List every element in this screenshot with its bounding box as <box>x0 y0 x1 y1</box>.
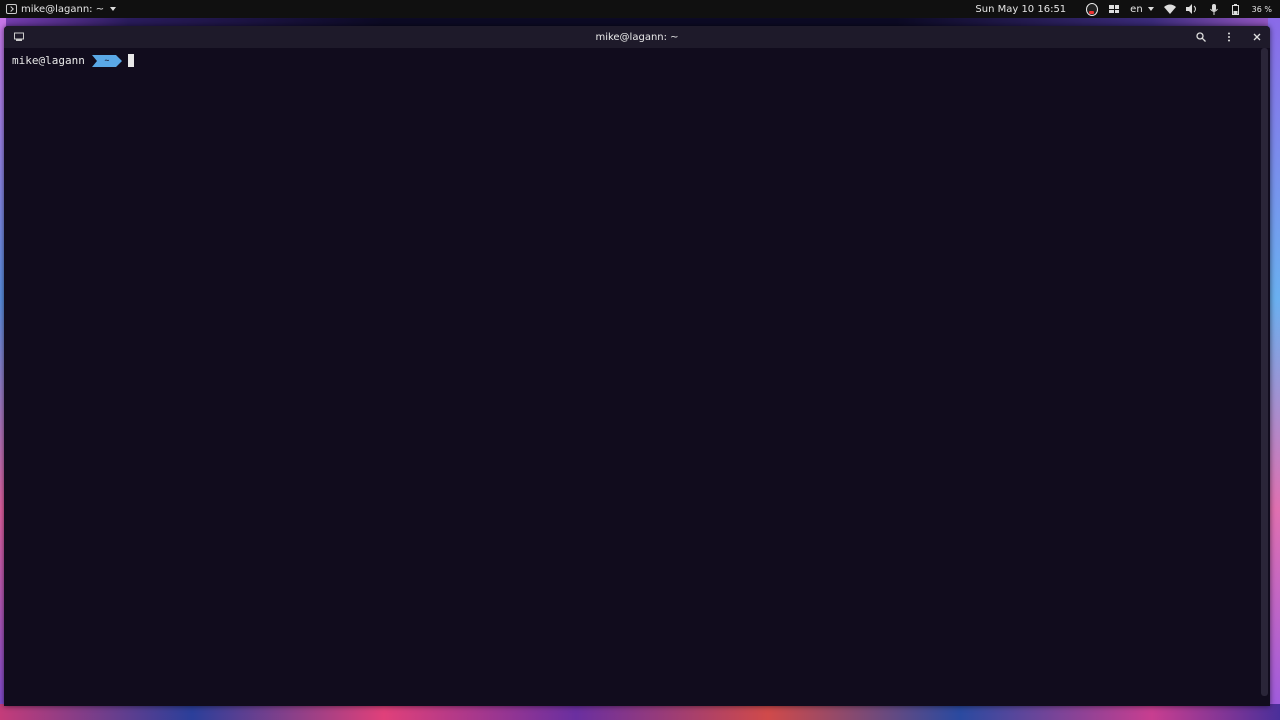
app-menu-label: mike@lagann: ~ <box>21 3 105 15</box>
language-label: en <box>1130 3 1143 15</box>
cat-indicator-icon[interactable] <box>1086 2 1099 16</box>
kebab-menu-icon[interactable] <box>1222 30 1236 44</box>
terminal-tab-icon[interactable] <box>14 32 24 41</box>
text-cursor <box>127 54 134 67</box>
system-tray: Sun May 10 16:51 en 36 % <box>975 0 1272 18</box>
wallpaper-bottom <box>0 704 1280 720</box>
close-icon[interactable] <box>1250 30 1264 44</box>
window-title: mike@lagann: ~ <box>595 31 679 43</box>
top-panel: mike@lagann: ~ Sun May 10 16:51 en 36 % <box>0 0 1280 18</box>
search-icon[interactable] <box>1194 30 1208 44</box>
terminal-icon <box>6 4 17 14</box>
scrollbar[interactable] <box>1261 48 1268 696</box>
prompt-line: mike@lagann ~ <box>12 54 134 67</box>
titlebar[interactable]: mike@lagann: ~ <box>4 26 1270 48</box>
chevron-down-icon <box>110 7 117 11</box>
workspace-grid-icon[interactable] <box>1108 3 1120 15</box>
prompt-dir-segment: ~ <box>91 54 122 67</box>
terminal-window[interactable]: mike@lagann: ~ mike@lagann ~ <box>4 26 1270 706</box>
battery-percentage: 36 % <box>1251 4 1272 14</box>
microphone-icon[interactable] <box>1208 3 1220 15</box>
prompt-dir: ~ <box>104 56 110 65</box>
terminal-body[interactable]: mike@lagann ~ <box>4 48 1270 706</box>
prompt-user: mike@lagann <box>12 54 85 67</box>
app-menu[interactable]: mike@lagann: ~ <box>0 3 117 15</box>
wifi-icon[interactable] <box>1163 3 1176 15</box>
volume-icon[interactable] <box>1185 3 1198 15</box>
clock[interactable]: Sun May 10 16:51 <box>975 4 1066 15</box>
chevron-down-icon <box>1147 7 1154 11</box>
battery-icon[interactable] <box>1230 3 1242 15</box>
language-switcher[interactable]: en <box>1130 4 1154 15</box>
